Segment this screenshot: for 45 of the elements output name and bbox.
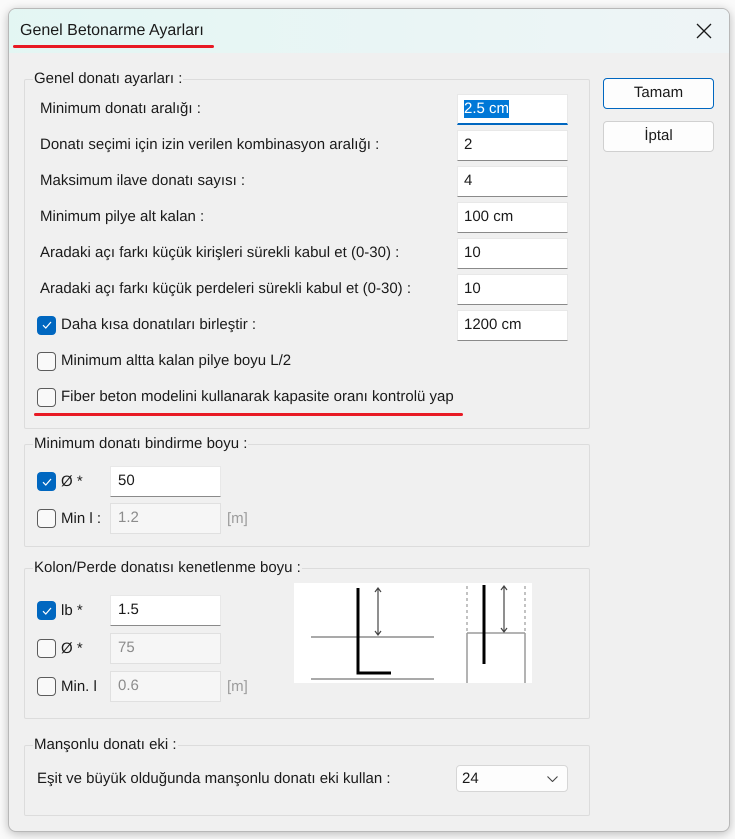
field-label: Minimum pilye alt kalan : bbox=[40, 208, 204, 226]
dialog-button[interactable]: İptal bbox=[603, 121, 714, 152]
field-label: Maksimum ilave donatı sayısı : bbox=[40, 172, 246, 190]
text-field[interactable]: 1.5 bbox=[110, 595, 221, 626]
text-field[interactable]: 2.5 cm bbox=[457, 94, 568, 124]
chevron-down-icon bbox=[547, 776, 558, 782]
field-label: Aradaki açı farkı küçük kirişleri sürekli kabul et (0-30) : bbox=[40, 244, 400, 262]
text-field[interactable]: 4 bbox=[457, 166, 568, 196]
close-icon bbox=[696, 23, 712, 39]
window-title: Genel Betonarme Ayarları bbox=[20, 22, 204, 39]
checkbox-label[interactable]: Minimum altta kalan pilye boyu L/2 bbox=[61, 352, 292, 370]
field-label: Donatı seçimi için izin verilen kombinasyon aralığı : bbox=[40, 136, 380, 154]
text-field: 1.2 bbox=[110, 503, 221, 534]
field-label: Aradaki açı farkı küçük perdeleri sürekli kabul et (0-30) : bbox=[40, 280, 411, 298]
checkbox[interactable] bbox=[37, 352, 56, 370]
text-field[interactable]: 10 bbox=[457, 238, 568, 268]
checkbox-label[interactable]: Ø * bbox=[61, 472, 110, 490]
group-title: Minimum donatı bindirme boyu : bbox=[33, 435, 248, 453]
checkbox[interactable] bbox=[37, 472, 56, 491]
checkbox-label[interactable]: Daha kısa donatıları birleştir : bbox=[61, 316, 256, 334]
close-button[interactable] bbox=[694, 21, 714, 41]
dialog-button[interactable]: Tamam bbox=[603, 78, 714, 109]
checkbox[interactable] bbox=[37, 388, 56, 406]
text-field: 0.6 bbox=[110, 671, 221, 702]
unit-label: [m] bbox=[227, 510, 248, 528]
text-field[interactable]: 10 bbox=[457, 274, 568, 304]
group-title: Kolon/Perde donatısı kenetlenme boyu : bbox=[33, 559, 302, 577]
unit-label: [m] bbox=[227, 678, 248, 696]
checkbox[interactable] bbox=[37, 316, 56, 334]
group-title: Genel donatı ayarları : bbox=[33, 70, 184, 88]
text-field: 75 bbox=[110, 633, 221, 664]
text-field[interactable]: 50 bbox=[110, 466, 221, 497]
check-icon bbox=[42, 321, 52, 329]
check-icon bbox=[42, 606, 52, 614]
group-title: Manşonlu donatı eki : bbox=[33, 736, 178, 754]
field-label: Eşit ve büyük olduğunda manşonlu donatı eki kullan : bbox=[37, 770, 391, 788]
check-icon bbox=[42, 478, 52, 486]
checkbox[interactable] bbox=[37, 601, 56, 620]
text-field[interactable]: 1200 cm bbox=[457, 310, 568, 340]
checkbox-label[interactable]: Fiber beton modelini kullanarak kapasite oranı kontrolü yap bbox=[61, 388, 454, 406]
dropdown[interactable]: 24 bbox=[456, 765, 568, 792]
text-field[interactable]: 100 cm bbox=[457, 202, 568, 232]
checkbox-label[interactable]: lb * bbox=[61, 602, 110, 620]
field-label: Minimum donatı aralığı : bbox=[40, 100, 201, 118]
text-field[interactable]: 2 bbox=[457, 130, 568, 160]
